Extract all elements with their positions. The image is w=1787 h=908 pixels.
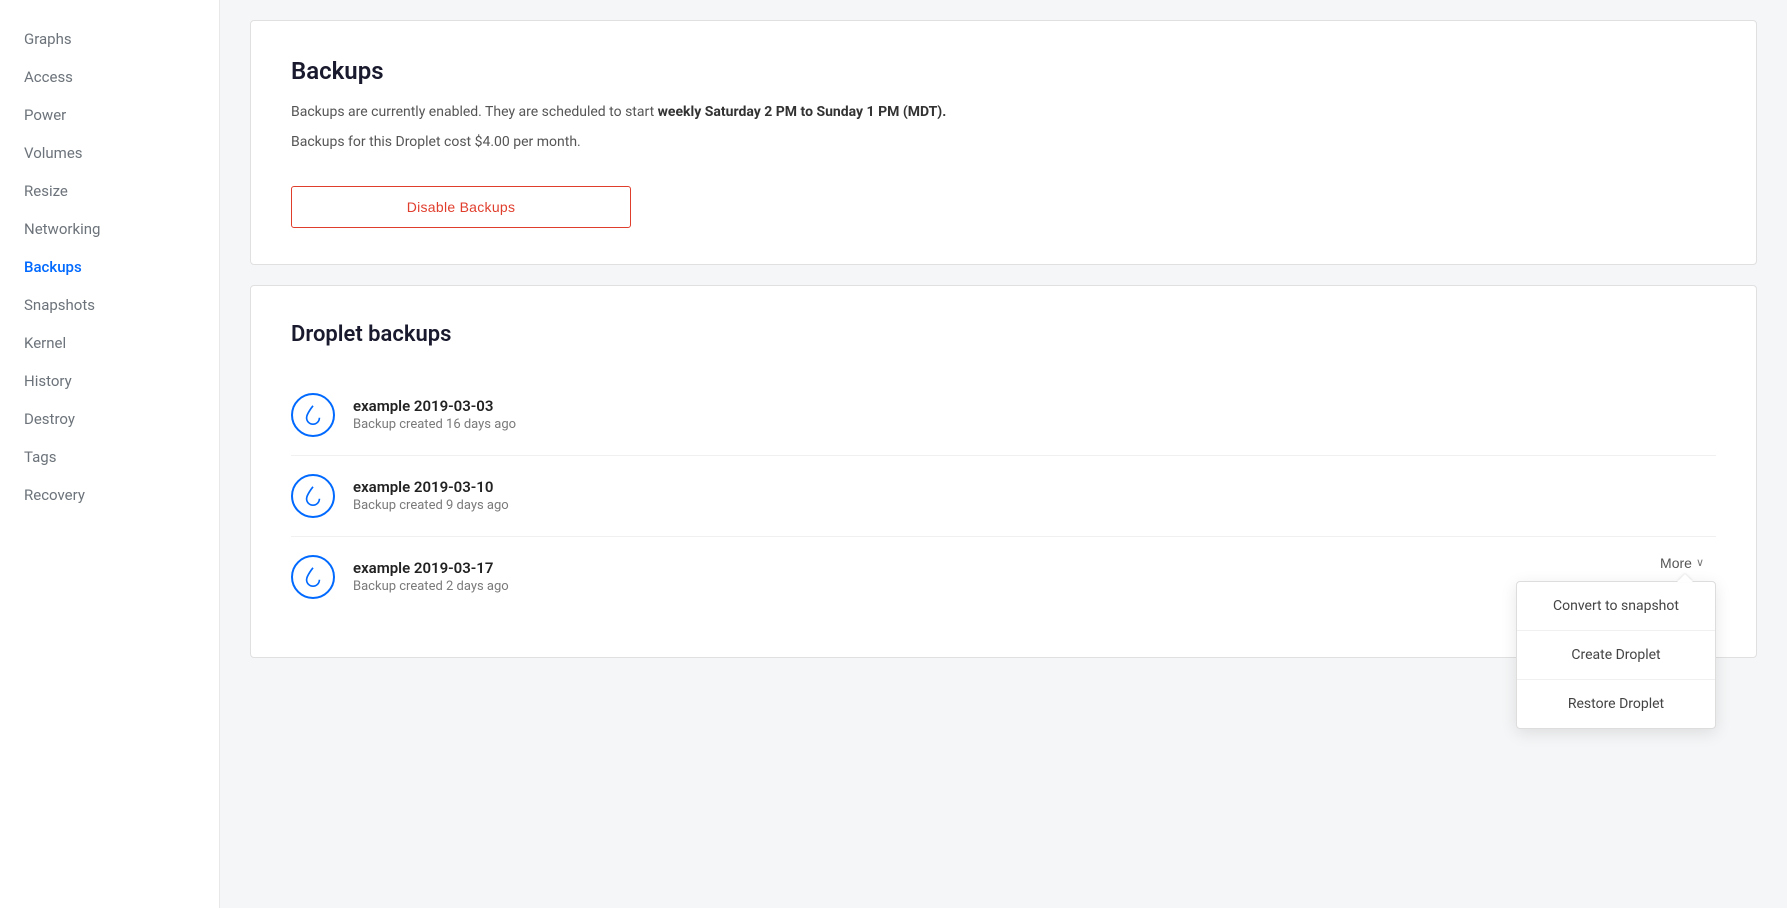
backup-age: Backup created 2 days ago: [353, 579, 1648, 594]
droplet-icon: [291, 393, 335, 437]
backups-desc1: Backups are currently enabled. They are …: [291, 101, 1716, 123]
sidebar-item-kernel[interactable]: Kernel: [0, 324, 219, 362]
desc1-bold: weekly Saturday 2 PM to Sunday 1 PM (MDT…: [658, 104, 947, 120]
sidebar-item-networking[interactable]: Networking: [0, 210, 219, 248]
sidebar-item-access[interactable]: Access: [0, 58, 219, 96]
dropdown-item-restore-droplet[interactable]: Restore Droplet: [1517, 680, 1715, 728]
backup-info: example 2019-03-17 Backup created 2 days …: [353, 559, 1648, 594]
droplet-backups-card: Droplet backups example 2019-03-03 Backup…: [250, 285, 1757, 658]
droplet-icon: [291, 555, 335, 599]
backups-info-card: Backups Backups are currently enabled. T…: [250, 20, 1757, 265]
backup-row: example 2019-03-10 Backup created 9 days …: [291, 456, 1716, 537]
backup-info: example 2019-03-03 Backup created 16 days…: [353, 397, 1716, 432]
sidebar-item-graphs[interactable]: Graphs: [0, 20, 219, 58]
sidebar-item-destroy[interactable]: Destroy: [0, 400, 219, 438]
sidebar-item-history[interactable]: History: [0, 362, 219, 400]
dropdown-item-convert-to-snapshot[interactable]: Convert to snapshot: [1517, 582, 1715, 631]
backup-list: example 2019-03-03 Backup created 16 days…: [291, 375, 1716, 617]
dropdown-arrow: [1677, 574, 1693, 582]
backups-desc2: Backups for this Droplet cost $4.00 per …: [291, 131, 1716, 153]
chevron-down-icon: ∨: [1696, 556, 1704, 569]
backup-row: example 2019-03-17 Backup created 2 days …: [291, 537, 1716, 617]
sidebar-item-tags[interactable]: Tags: [0, 438, 219, 476]
backup-name: example 2019-03-03: [353, 397, 1716, 415]
sidebar-item-recovery[interactable]: Recovery: [0, 476, 219, 514]
backup-name: example 2019-03-17: [353, 559, 1648, 577]
sidebar-item-backups[interactable]: Backups: [0, 248, 219, 286]
backups-title: Backups: [291, 57, 1716, 85]
sidebar-item-volumes[interactable]: Volumes: [0, 134, 219, 172]
sidebar: GraphsAccessPowerVolumesResizeNetworking…: [0, 0, 220, 908]
more-label: More: [1660, 555, 1692, 571]
backup-row: example 2019-03-03 Backup created 16 days…: [291, 375, 1716, 456]
desc1-prefix: Backups are currently enabled. They are …: [291, 104, 658, 120]
more-button[interactable]: More ∨: [1648, 549, 1716, 577]
backup-age: Backup created 16 days ago: [353, 417, 1716, 432]
backup-age: Backup created 9 days ago: [353, 498, 1716, 513]
main-content: Backups Backups are currently enabled. T…: [220, 0, 1787, 908]
sidebar-item-snapshots[interactable]: Snapshots: [0, 286, 219, 324]
droplet-icon: [291, 474, 335, 518]
dropdown-menu: Convert to snapshotCreate DropletRestore…: [1516, 581, 1716, 729]
backup-name: example 2019-03-10: [353, 478, 1716, 496]
backup-info: example 2019-03-10 Backup created 9 days …: [353, 478, 1716, 513]
disable-backups-button[interactable]: Disable Backups: [291, 186, 631, 228]
dropdown-item-create-droplet[interactable]: Create Droplet: [1517, 631, 1715, 680]
droplet-backups-title: Droplet backups: [291, 322, 1716, 347]
sidebar-item-power[interactable]: Power: [0, 96, 219, 134]
more-button-wrap: More ∨Convert to snapshotCreate DropletR…: [1648, 549, 1716, 577]
sidebar-item-resize[interactable]: Resize: [0, 172, 219, 210]
